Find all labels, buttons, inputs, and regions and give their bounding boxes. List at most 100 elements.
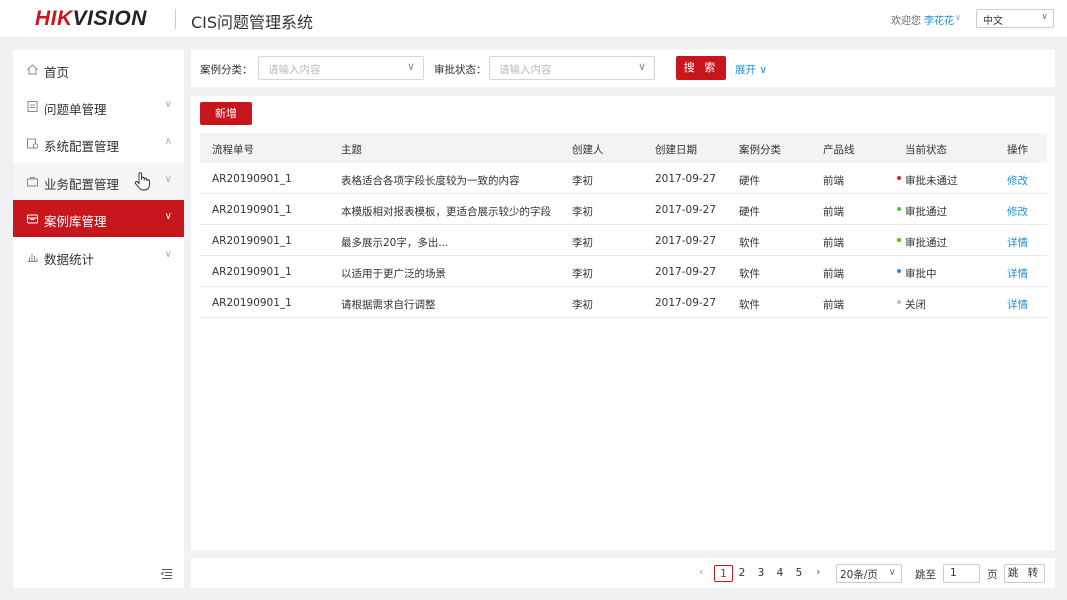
add-button[interactable]: 新增 (200, 102, 252, 125)
cell-status: 审批中 (905, 268, 937, 280)
sidebar-item-issues[interactable]: 问题单管理 ∨ (13, 88, 184, 125)
case-table: 流程单号 主题 创建人 创建日期 案例分类 产品线 当前状态 操作 AR2019… (200, 133, 1047, 318)
table-row: AR20190901_1 以适用于更广泛的场景 李初 2017-09-27 软件… (200, 256, 1047, 287)
category-placeholder: 请输入内容 (268, 64, 321, 76)
search-panel: 案例分类： 请输入内容 ∨ 审批状态： 请输入内容 ∨ 搜 索 展开 ∨ (191, 50, 1055, 87)
page-3[interactable]: 3 (756, 565, 766, 582)
status-label: 审批状态： (434, 64, 487, 76)
page-unit-label: 页 (987, 569, 998, 581)
chevron-down-icon: ∨ (164, 249, 172, 260)
cell-category: 软件 (739, 237, 760, 249)
sidebar-item-statistics[interactable]: 数据统计 ∨ (13, 238, 184, 275)
status-placeholder: 请输入内容 (499, 64, 552, 76)
column-header: 产品线 (823, 144, 855, 156)
language-select[interactable]: 中文 ∨ (976, 9, 1054, 28)
case-list-panel: 新增 流程单号 主题 创建人 创建日期 案例分类 产品线 当前状态 操作 AR2… (191, 96, 1055, 550)
table-row: AR20190901_1 请根据需求自行调整 李初 2017-09-27 软件 … (200, 287, 1047, 318)
edit-link[interactable]: 修改 (1007, 204, 1028, 219)
bar-chart-icon (26, 250, 39, 263)
table-row: AR20190901_1 表格适合各项字段长度较为一致的内容 李初 2017-0… (200, 163, 1047, 194)
cell-category: 硬件 (739, 175, 760, 187)
cell-subject: 本模版相对报表模板，更适合展示较少的字段 (341, 206, 551, 218)
sidebar: 首页 问题单管理 ∨ 系统配置管理 ∧ 业务配置管理 ∨ 案例库管理 ∨ 数据统… (13, 50, 184, 588)
welcome-text: 欢迎您 (891, 16, 921, 27)
table-header: 流程单号 主题 创建人 创建日期 案例分类 产品线 当前状态 操作 (200, 133, 1047, 163)
status-dot (897, 300, 901, 304)
page-1[interactable]: 1 (714, 565, 733, 582)
cell-subject: 表格适合各项字段长度较为一致的内容 (341, 175, 520, 187)
jump-button[interactable]: 跳 转 (1004, 564, 1045, 583)
detail-link[interactable]: 详情 (1007, 297, 1028, 312)
user-menu[interactable]: 李花花 (924, 12, 954, 27)
page-size-select[interactable]: 20条/页 ∨ (836, 564, 902, 583)
page-2[interactable]: 2 (737, 565, 747, 582)
chevron-down-icon: ∨ (637, 60, 646, 73)
cell-date: 2017-09-27 (655, 235, 717, 247)
category-select[interactable]: 请输入内容 ∨ (258, 56, 424, 80)
briefcase-icon (26, 175, 39, 188)
page-size-value: 20条/页 (840, 569, 878, 581)
sidebar-item-label: 数据统计 (44, 252, 95, 267)
column-header: 操作 (1007, 144, 1028, 156)
prev-page-icon[interactable]: ‹ (699, 565, 703, 578)
chevron-down-icon: ∨ (1041, 12, 1048, 22)
pagination-bar: ‹ 1 2 3 4 5 › 20条/页 ∨ 跳至 1 页 跳 转 (191, 558, 1055, 588)
status-dot (897, 269, 901, 273)
cell-id: AR20190901_1 (212, 266, 292, 278)
archive-icon (26, 212, 39, 225)
cell-product: 前端 (823, 175, 844, 187)
settings-icon (26, 137, 39, 150)
detail-link[interactable]: 详情 (1007, 266, 1028, 281)
user-chevron-down-icon[interactable]: ∨ (955, 13, 961, 22)
cell-product: 前端 (823, 299, 844, 311)
cell-subject: 最多展示20字，多出... (341, 237, 449, 249)
hand-cursor-icon (133, 171, 153, 193)
status-dot (897, 176, 901, 180)
home-icon (26, 63, 39, 76)
top-header: HIKVISION CIS问题管理系统 欢迎您 李花花 ∨ 中文 ∨ (0, 0, 1067, 38)
cell-id: AR20190901_1 (212, 173, 292, 185)
column-header: 案例分类 (739, 144, 781, 156)
expand-link[interactable]: 展开 ∨ (735, 62, 767, 77)
cell-id: AR20190901_1 (212, 297, 292, 309)
jump-page-input[interactable]: 1 (943, 564, 980, 583)
status-dot (897, 207, 901, 211)
cell-product: 前端 (823, 206, 844, 218)
sidebar-item-business-config[interactable]: 业务配置管理 ∨ (13, 163, 184, 200)
sidebar-item-label: 首页 (44, 65, 70, 80)
app-title: CIS问题管理系统 (191, 13, 314, 32)
document-icon (26, 100, 39, 113)
edit-link[interactable]: 修改 (1007, 173, 1028, 188)
sidebar-item-home[interactable]: 首页 (13, 51, 184, 88)
page-4[interactable]: 4 (775, 565, 785, 582)
table-row: AR20190901_1 本模版相对报表模板，更适合展示较少的字段 李初 201… (200, 194, 1047, 225)
cell-product: 前端 (823, 268, 844, 280)
jump-label: 跳至 (915, 569, 936, 581)
detail-link[interactable]: 详情 (1007, 235, 1028, 250)
cell-date: 2017-09-27 (655, 204, 717, 216)
sidebar-item-case-library[interactable]: 案例库管理 ∨ (13, 200, 184, 237)
sidebar-item-label: 案例库管理 (44, 214, 107, 229)
cell-status: 审批通过 (905, 206, 947, 218)
collapse-menu-icon[interactable] (160, 568, 172, 580)
table-row: AR20190901_1 最多展示20字，多出... 李初 2017-09-27… (200, 225, 1047, 256)
search-button[interactable]: 搜 索 (676, 56, 726, 80)
chevron-down-icon: ∨ (164, 211, 172, 222)
status-select[interactable]: 请输入内容 ∨ (489, 56, 655, 80)
cell-date: 2017-09-27 (655, 297, 717, 309)
cell-id: AR20190901_1 (212, 204, 292, 216)
sidebar-item-label: 系统配置管理 (44, 139, 120, 154)
next-page-icon[interactable]: › (816, 565, 820, 578)
cell-creator: 李初 (572, 206, 593, 218)
header-divider (175, 9, 176, 29)
cell-creator: 李初 (572, 268, 593, 280)
chevron-down-icon: ∨ (406, 60, 415, 73)
page-5[interactable]: 5 (794, 565, 804, 582)
sidebar-item-system-config[interactable]: 系统配置管理 ∧ (13, 125, 184, 162)
cell-category: 硬件 (739, 206, 760, 218)
cell-status: 关闭 (905, 299, 926, 311)
hikvision-logo[interactable]: HIKVISION (35, 7, 147, 31)
cell-subject: 请根据需求自行调整 (341, 299, 436, 311)
cell-product: 前端 (823, 237, 844, 249)
cell-status: 审批通过 (905, 237, 947, 249)
